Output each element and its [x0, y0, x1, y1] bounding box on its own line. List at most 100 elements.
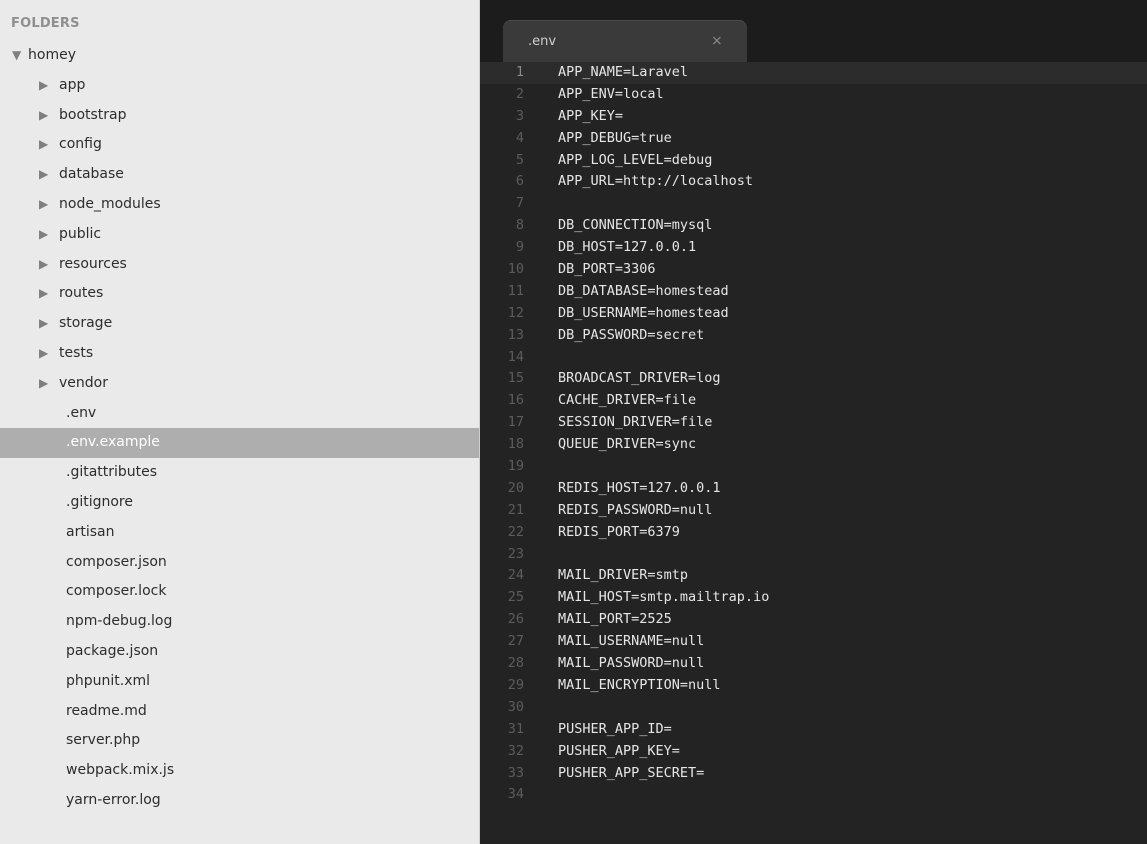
code-line[interactable]: 19 [480, 456, 1147, 478]
triangle-right-icon[interactable]: ▶ [39, 220, 59, 250]
code-line[interactable]: 9 DB_HOST=127.0.0.1 [480, 237, 1147, 259]
triangle-down-icon[interactable]: ▼ [12, 41, 28, 71]
code-line[interactable]: 32 PUSHER_APP_KEY= [480, 741, 1147, 763]
triangle-right-icon[interactable]: ▶ [39, 250, 59, 280]
tree-file-yarn-error-log[interactable]: yarn-error.log [0, 786, 479, 816]
tree-file-package-json[interactable]: package.json [0, 637, 479, 667]
code-line[interactable]: 22 REDIS_PORT=6379 [480, 522, 1147, 544]
code-line[interactable]: 14 [480, 347, 1147, 369]
code-line[interactable]: 33 PUSHER_APP_SECRET= [480, 763, 1147, 785]
code-line[interactable]: 7 [480, 193, 1147, 215]
tree-root-homey[interactable]: ▼ homey [0, 41, 479, 71]
line-number: 22 [507, 523, 524, 540]
tab-env[interactable]: .env × [503, 20, 747, 62]
code-line[interactable]: 12 DB_USERNAME=homestead [480, 303, 1147, 325]
line-text: REDIS_PORT=6379 [558, 523, 680, 540]
triangle-right-icon[interactable]: ▶ [39, 130, 59, 160]
code-line[interactable]: 27 MAIL_USERNAME=null [480, 631, 1147, 653]
tree-file-env[interactable]: .env [0, 399, 479, 429]
line-text: MAIL_DRIVER=smtp [558, 567, 689, 584]
line-number: 8 [515, 217, 524, 234]
tree-file-label: yarn-error.log [66, 791, 161, 808]
tree-file-gitattributes[interactable]: .gitattributes [0, 458, 479, 488]
code-area[interactable]: 1 APP_NAME=Laravel 2 APP_ENV=local 3 APP_KEY=… [480, 62, 1147, 844]
tree-file-env-example[interactable]: .env.example [0, 428, 479, 459]
tree-file-readme-md[interactable]: readme.md [0, 697, 479, 727]
line-text: REDIS_PASSWORD=null [558, 501, 713, 518]
tree-file-composer-lock[interactable]: composer.lock [0, 577, 479, 607]
line-number: 33 [507, 764, 524, 781]
line-number: 31 [507, 720, 524, 737]
tree-file-npm-debug-log[interactable]: npm-debug.log [0, 607, 479, 637]
code-line[interactable]: 26 MAIL_PORT=2525 [480, 609, 1147, 631]
tree-folder-public[interactable]: ▶ public [0, 220, 479, 250]
code-line[interactable]: 11 DB_DATABASE=homestead [480, 281, 1147, 303]
tree-file-composer-json[interactable]: composer.json [0, 548, 479, 578]
code-line[interactable]: 16 CACHE_DRIVER=file [480, 390, 1147, 412]
code-line[interactable]: 34 [480, 784, 1147, 806]
code-line[interactable]: 5 APP_LOG_LEVEL=debug [480, 150, 1147, 172]
triangle-right-icon[interactable]: ▶ [39, 101, 59, 131]
code-line[interactable]: 15 BROADCAST_DRIVER=log [480, 368, 1147, 390]
code-line[interactable]: 31 PUSHER_APP_ID= [480, 719, 1147, 741]
line-number: 10 [507, 261, 524, 278]
tree-file-webpack-mix-js[interactable]: webpack.mix.js [0, 756, 479, 786]
code-line[interactable]: 10 DB_PORT=3306 [480, 259, 1147, 281]
tree-file-server-php[interactable]: server.php [0, 726, 479, 756]
code-line[interactable]: 21 REDIS_PASSWORD=null [480, 500, 1147, 522]
tab-close-icon[interactable]: × [711, 33, 723, 49]
triangle-right-icon[interactable]: ▶ [39, 279, 59, 309]
tree-file-label: .env.example [66, 434, 160, 451]
tree-folder-node-modules[interactable]: ▶ node_modules [0, 190, 479, 220]
line-number: 14 [507, 348, 524, 365]
tree-file-label: .gitignore [66, 493, 133, 510]
tree-folder-bootstrap[interactable]: ▶ bootstrap [0, 101, 479, 131]
line-text: REDIS_HOST=127.0.0.1 [558, 479, 721, 496]
tree-file-gitignore[interactable]: .gitignore [0, 488, 479, 518]
triangle-right-icon[interactable]: ▶ [39, 71, 59, 101]
line-text: DB_PORT=3306 [558, 261, 656, 278]
tree-folder-resources[interactable]: ▶ resources [0, 250, 479, 280]
code-line[interactable]: 28 MAIL_PASSWORD=null [480, 653, 1147, 675]
tree-folder-vendor[interactable]: ▶ vendor [0, 369, 479, 399]
line-number: 15 [507, 370, 524, 387]
tree-folder-routes[interactable]: ▶ routes [0, 279, 479, 309]
tree-file-phpunit-xml[interactable]: phpunit.xml [0, 667, 479, 697]
code-line[interactable]: 23 [480, 544, 1147, 566]
tree-folder-storage[interactable]: ▶ storage [0, 309, 479, 339]
line-number: 16 [507, 392, 524, 409]
triangle-right-icon[interactable]: ▶ [39, 190, 59, 220]
triangle-right-icon[interactable]: ▶ [39, 160, 59, 190]
line-text: SESSION_DRIVER=file [558, 414, 713, 431]
code-line[interactable]: 29 MAIL_ENCRYPTION=null [480, 675, 1147, 697]
tree-folder-app[interactable]: ▶ app [0, 71, 479, 101]
code-line[interactable]: 6 APP_URL=http://localhost [480, 171, 1147, 193]
tree-folder-database[interactable]: ▶ database [0, 160, 479, 190]
tree-folder-config[interactable]: ▶ config [0, 130, 479, 160]
line-text: APP_DEBUG=true [558, 129, 672, 146]
code-line[interactable]: 4 APP_DEBUG=true [480, 128, 1147, 150]
code-line[interactable]: 3 APP_KEY= [480, 106, 1147, 128]
code-line[interactable]: 30 [480, 697, 1147, 719]
code-line[interactable]: 1 APP_NAME=Laravel [480, 62, 1147, 84]
triangle-right-icon[interactable]: ▶ [39, 309, 59, 339]
code-line[interactable]: 25 MAIL_HOST=smtp.mailtrap.io [480, 587, 1147, 609]
tree-folder-label: app [59, 76, 86, 93]
tree-file-label: .gitattributes [66, 464, 158, 481]
code-line[interactable]: 17 SESSION_DRIVER=file [480, 412, 1147, 434]
triangle-right-icon[interactable]: ▶ [39, 369, 59, 399]
line-number: 25 [507, 589, 524, 606]
code-line[interactable]: 20 REDIS_HOST=127.0.0.1 [480, 478, 1147, 500]
tree-file-label: artisan [66, 523, 115, 540]
tree-folder-tests[interactable]: ▶ tests [0, 339, 479, 369]
code-line[interactable]: 2 APP_ENV=local [480, 84, 1147, 106]
line-number: 3 [515, 107, 524, 124]
tree-file-artisan[interactable]: artisan [0, 518, 479, 548]
code-line[interactable]: 13 DB_PASSWORD=secret [480, 325, 1147, 347]
code-line[interactable]: 18 QUEUE_DRIVER=sync [480, 434, 1147, 456]
triangle-right-icon[interactable]: ▶ [39, 339, 59, 369]
tree-file-label: readme.md [66, 702, 147, 719]
code-line[interactable]: 24 MAIL_DRIVER=smtp [480, 565, 1147, 587]
line-number: 29 [507, 676, 524, 693]
code-line[interactable]: 8 DB_CONNECTION=mysql [480, 215, 1147, 237]
